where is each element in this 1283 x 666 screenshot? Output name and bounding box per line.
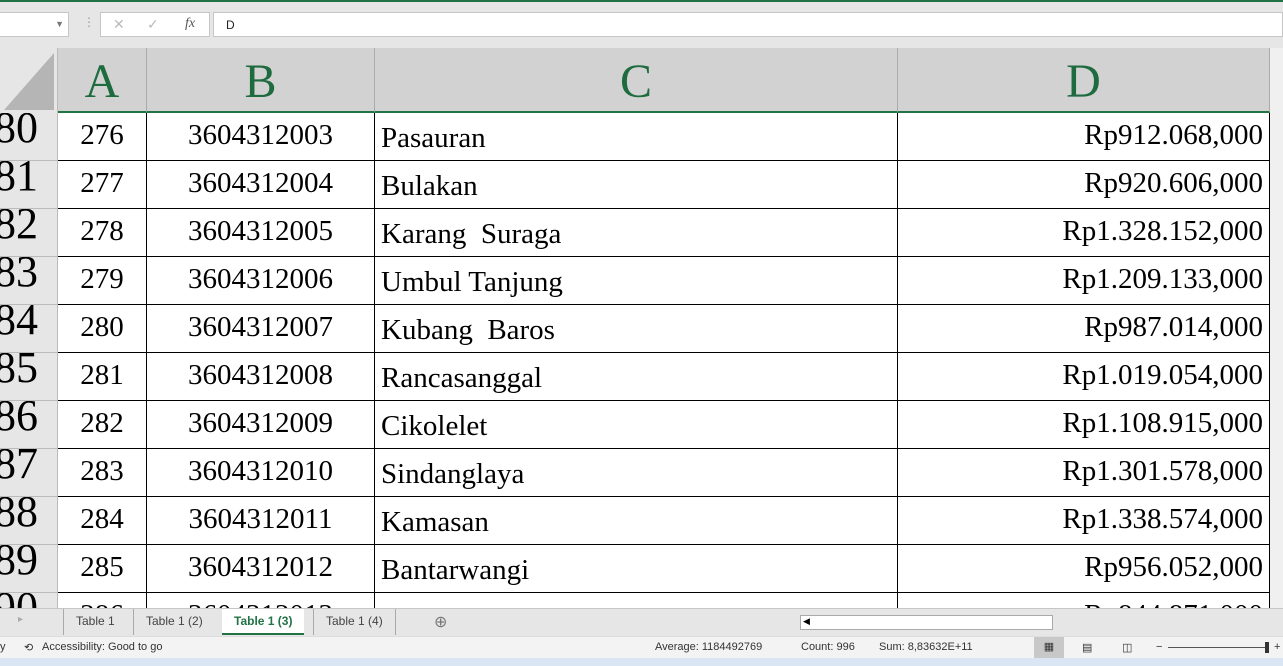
- row-header[interactable]: 81: [0, 161, 58, 209]
- sheet-tabs-bar: ▸ Table 1 Table 1 (2) Table 1 (3) Table …: [0, 608, 1283, 635]
- cell-c[interactable]: Bantarwangi: [375, 545, 898, 593]
- cell-b[interactable]: 3604312003: [147, 113, 375, 161]
- status-sum: Sum: 8,83632E+11: [879, 641, 973, 653]
- row-header[interactable]: 86: [0, 401, 58, 449]
- cell-b[interactable]: 3604312007: [147, 305, 375, 353]
- cell-c[interactable]: Cikolelet: [375, 401, 898, 449]
- name-box[interactable]: ▼: [0, 12, 69, 37]
- select-all-button[interactable]: [0, 48, 58, 113]
- column-header-b[interactable]: B: [147, 48, 375, 113]
- status-mode: y: [0, 641, 6, 653]
- cell-a[interactable]: 277: [58, 161, 147, 209]
- cell-a[interactable]: 283: [58, 449, 147, 497]
- sheet-tab-table1-4[interactable]: Table 1 (4): [313, 609, 396, 635]
- formula-input[interactable]: D: [213, 12, 1283, 37]
- cell-d[interactable]: Rp1.338.574,000: [898, 497, 1270, 545]
- formula-buttons: ✕ ✓ fx: [100, 12, 210, 37]
- cell-b[interactable]: 3604312008: [147, 353, 375, 401]
- vertical-scrollbar[interactable]: [1270, 48, 1283, 608]
- column-header-a[interactable]: A: [58, 48, 147, 113]
- cell-a[interactable]: 281: [58, 353, 147, 401]
- column-header-c[interactable]: C: [375, 48, 898, 113]
- cell-d[interactable]: Rp1.209.133,000: [898, 257, 1270, 305]
- row-header[interactable]: 89: [0, 545, 58, 593]
- zoom-in-button[interactable]: +: [1274, 641, 1280, 653]
- cell-a[interactable]: 276: [58, 113, 147, 161]
- row-header[interactable]: 90: [0, 593, 58, 608]
- row-header[interactable]: 87: [0, 449, 58, 497]
- cell-a[interactable]: 284: [58, 497, 147, 545]
- enter-check-icon[interactable]: ✓: [147, 16, 159, 33]
- cell-d[interactable]: Rp912.068,000: [898, 113, 1270, 161]
- accessibility-icon[interactable]: ⟲: [24, 641, 33, 654]
- zoom-slider-handle[interactable]: [1265, 642, 1269, 653]
- zoom-out-button[interactable]: −: [1156, 641, 1162, 653]
- add-sheet-icon[interactable]: ⊕: [434, 612, 447, 632]
- cell-c[interactable]: Karang Suraga: [375, 209, 898, 257]
- cell-a[interactable]: 279: [58, 257, 147, 305]
- row-header[interactable]: 88: [0, 497, 58, 545]
- row-header[interactable]: 85: [0, 353, 58, 401]
- page-layout-view-icon[interactable]: ▤: [1082, 641, 1092, 654]
- cell-b[interactable]: 3604312011: [147, 497, 375, 545]
- cell-b[interactable]: 3604312009: [147, 401, 375, 449]
- cell-c[interactable]: Kubang Baros: [375, 305, 898, 353]
- cell-c[interactable]: Umbul Tanjung: [375, 257, 898, 305]
- cell-b[interactable]: 3604312012: [147, 545, 375, 593]
- spreadsheet-grid: A B C D 802763604312003PasauranRp912.068…: [0, 48, 1283, 608]
- cancel-x-icon[interactable]: ✕: [113, 16, 125, 33]
- normal-view-icon[interactable]: ▦: [1034, 637, 1064, 658]
- row-header[interactable]: 80: [0, 113, 58, 161]
- accessibility-status[interactable]: Accessibility: Good to go: [42, 641, 162, 653]
- taskbar-strip: [0, 658, 1283, 666]
- sheet-tab-table1-2[interactable]: Table 1 (2): [133, 609, 215, 635]
- zoom-slider[interactable]: [1168, 647, 1268, 648]
- drag-handle-icon[interactable]: ⋮: [83, 15, 95, 29]
- cell-c[interactable]: [375, 593, 898, 608]
- cell-d[interactable]: Rp956.052,000: [898, 545, 1270, 593]
- status-bar: y ⟲ Accessibility: Good to go Average: 1…: [0, 636, 1283, 658]
- cell-a[interactable]: 280: [58, 305, 147, 353]
- cell-b[interactable]: 3604312010: [147, 449, 375, 497]
- scroll-left-icon[interactable]: ◀: [803, 616, 810, 627]
- chevron-down-icon[interactable]: ▼: [55, 19, 64, 29]
- sheet-tab-table1-3[interactable]: Table 1 (3): [222, 609, 305, 635]
- cell-d[interactable]: Rp1.108.915,000: [898, 401, 1270, 449]
- cell-c[interactable]: Kamasan: [375, 497, 898, 545]
- cell-d[interactable]: Rp1.328.152,000: [898, 209, 1270, 257]
- cell-a[interactable]: 282: [58, 401, 147, 449]
- cell-d[interactable]: Rp1.301.578,000: [898, 449, 1270, 497]
- scroll-tabs-right-icon[interactable]: ▸: [18, 614, 23, 625]
- cell-a[interactable]: 286: [58, 593, 147, 608]
- cell-c[interactable]: Pasauran: [375, 113, 898, 161]
- cell-c[interactable]: Rancasanggal: [375, 353, 898, 401]
- cell-d[interactable]: Rp844.871,000: [898, 593, 1270, 608]
- cell-b[interactable]: 3604312004: [147, 161, 375, 209]
- column-header-d[interactable]: D: [898, 48, 1270, 113]
- insert-function-button[interactable]: fx: [185, 16, 195, 32]
- row-header[interactable]: 82: [0, 209, 58, 257]
- status-count: Count: 996: [801, 641, 855, 653]
- cell-b[interactable]: 3604312006: [147, 257, 375, 305]
- page-break-view-icon[interactable]: ◫: [1122, 641, 1132, 654]
- cell-c[interactable]: Sindanglaya: [375, 449, 898, 497]
- cell-c[interactable]: Bulakan: [375, 161, 898, 209]
- sheet-tab-table1[interactable]: Table 1: [63, 609, 127, 635]
- status-average: Average: 1184492769: [655, 641, 763, 653]
- cell-b[interactable]: 3604312013: [147, 593, 375, 608]
- cell-d[interactable]: Rp920.606,000: [898, 161, 1270, 209]
- cell-b[interactable]: 3604312005: [147, 209, 375, 257]
- horizontal-scrollbar[interactable]: ◀: [800, 615, 1053, 630]
- row-header[interactable]: 84: [0, 305, 58, 353]
- cell-a[interactable]: 278: [58, 209, 147, 257]
- cell-a[interactable]: 285: [58, 545, 147, 593]
- row-header[interactable]: 83: [0, 257, 58, 305]
- ribbon-accent-line: [0, 0, 1283, 2]
- cell-d[interactable]: Rp987.014,000: [898, 305, 1270, 353]
- cell-d[interactable]: Rp1.019.054,000: [898, 353, 1270, 401]
